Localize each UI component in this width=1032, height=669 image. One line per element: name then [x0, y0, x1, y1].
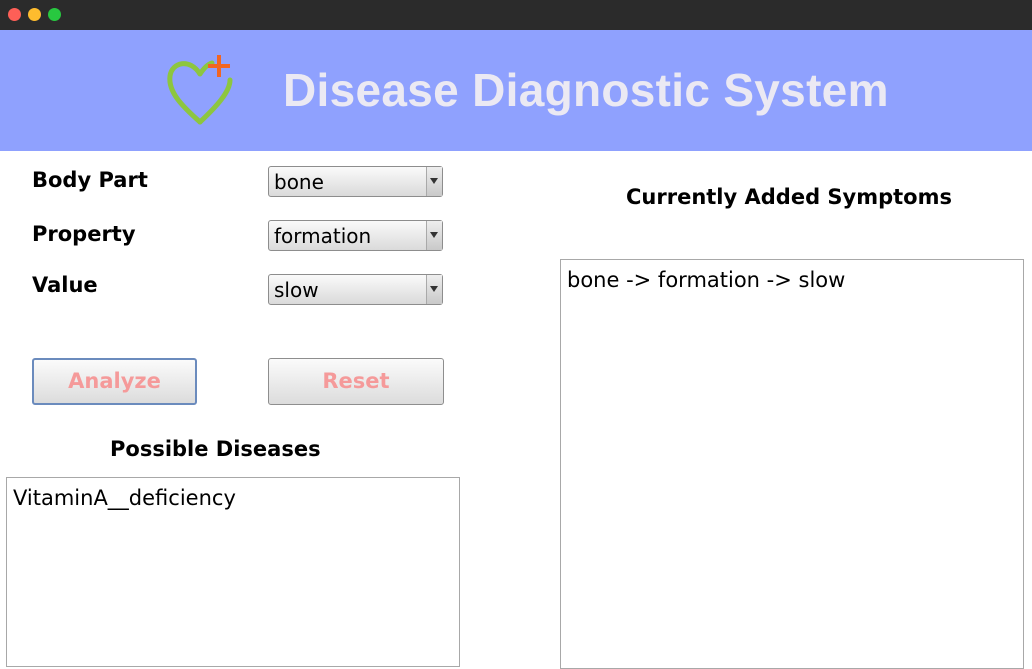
property-label: Property [32, 222, 136, 246]
body-part-dropdown-button[interactable] [426, 167, 442, 196]
close-window-button[interactable] [8, 8, 21, 21]
possible-diseases-list[interactable]: VitaminA__deficiency [6, 477, 460, 667]
current-symptoms-list[interactable]: bone -> formation -> slow [560, 259, 1024, 669]
maximize-window-button[interactable] [48, 8, 61, 21]
minimize-window-button[interactable] [28, 8, 41, 21]
chevron-down-icon [430, 232, 438, 238]
current-symptoms-title: Currently Added Symptoms [626, 185, 952, 209]
value-label: Value [32, 273, 98, 297]
chevron-down-icon [430, 286, 438, 292]
heart-plus-icon [167, 55, 233, 125]
possible-diseases-title: Possible Diseases [110, 437, 321, 461]
body-part-selected-value: bone [274, 170, 324, 194]
property-dropdown-button[interactable] [426, 221, 442, 250]
body-part-label: Body Part [32, 168, 148, 192]
body-part-select[interactable]: bone [268, 166, 443, 197]
value-dropdown-button[interactable] [426, 275, 442, 304]
list-item[interactable]: bone -> formation -> slow [567, 268, 845, 292]
property-selected-value: formation [274, 224, 372, 248]
app-title: Disease Diagnostic System [283, 64, 889, 116]
reset-button[interactable]: Reset [268, 358, 444, 405]
list-item[interactable]: VitaminA__deficiency [13, 486, 236, 510]
window-titlebar [0, 0, 1032, 30]
value-selected-value: slow [274, 278, 319, 302]
value-select[interactable]: slow [268, 274, 443, 305]
property-select[interactable]: formation [268, 220, 443, 251]
analyze-button[interactable]: Analyze [32, 358, 197, 405]
chevron-down-icon [430, 178, 438, 184]
